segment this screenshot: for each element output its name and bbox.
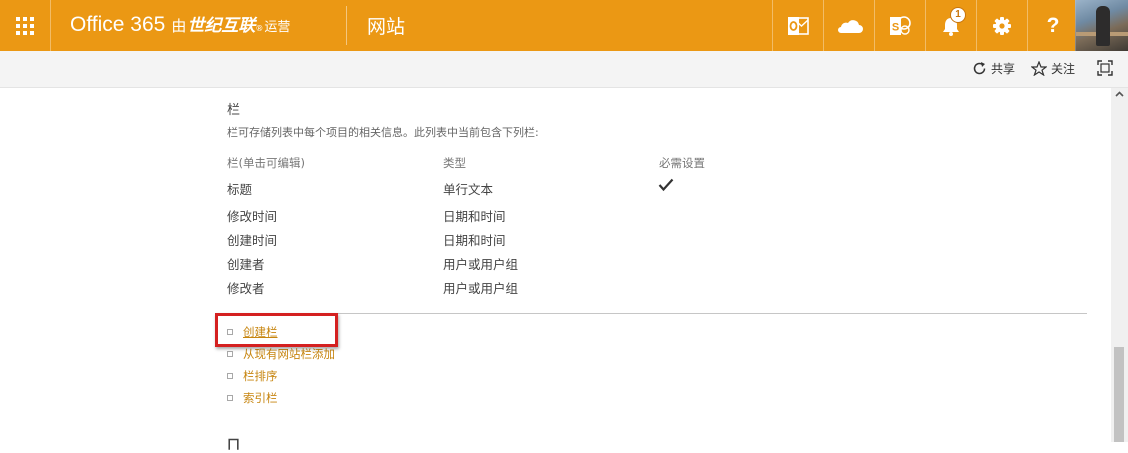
column-name-link[interactable]: 修改者 bbox=[227, 278, 265, 297]
list-item: 栏排序 bbox=[227, 368, 278, 384]
sharepoint-button[interactable]: S bbox=[874, 0, 925, 51]
checkmark-icon bbox=[658, 178, 674, 192]
app-launcher-icon bbox=[16, 16, 34, 35]
bullet-icon bbox=[227, 373, 233, 379]
add-from-site-columns-link[interactable]: 从现有网站栏添加 bbox=[243, 346, 335, 362]
notifications-button[interactable]: 1 bbox=[925, 0, 976, 51]
list-item: 索引栏 bbox=[227, 390, 278, 406]
scrollbar-thumb[interactable] bbox=[1114, 347, 1124, 442]
site-title[interactable]: 网站 bbox=[367, 12, 405, 39]
column-name-link[interactable]: 创建时间 bbox=[227, 230, 277, 249]
gear-icon bbox=[993, 16, 1011, 35]
suite-icons: S 1 ? bbox=[772, 0, 1078, 51]
settings-button[interactable] bbox=[976, 0, 1027, 51]
sharepoint-icon: S bbox=[890, 15, 911, 35]
fullscreen-icon bbox=[1097, 60, 1113, 76]
column-type: 用户或用户组 bbox=[443, 281, 519, 296]
section-title: 栏 bbox=[227, 103, 241, 118]
suite-bar: Office 365 由 世纪互联 ® 运营 网站 S 1 ? bbox=[0, 0, 1128, 51]
onedrive-button[interactable] bbox=[823, 0, 874, 51]
brand-office: Office 365 bbox=[70, 13, 166, 36]
column-header-required: 必需设置 bbox=[659, 156, 705, 170]
follow-button[interactable]: 关注 bbox=[1031, 60, 1075, 77]
column-header-type: 类型 bbox=[443, 156, 466, 170]
action-bar: 共享 关注 bbox=[0, 51, 1128, 88]
focus-mode-button[interactable] bbox=[1097, 60, 1117, 76]
indexed-columns-link[interactable]: 索引栏 bbox=[243, 390, 278, 406]
brand-partner: 世纪互联 bbox=[187, 16, 256, 36]
onedrive-icon bbox=[838, 19, 863, 33]
column-type: 日期和时间 bbox=[443, 209, 506, 224]
outlook-icon bbox=[788, 16, 809, 35]
brand-divider bbox=[346, 6, 347, 45]
highlight-box bbox=[215, 313, 338, 347]
brand-logo[interactable]: Office 365 由 世纪互联 ® 运营 bbox=[70, 11, 290, 41]
brand-operate: 运营 bbox=[264, 20, 291, 35]
svg-text:S: S bbox=[892, 21, 899, 33]
list-item: 从现有网站栏添加 bbox=[227, 346, 335, 362]
help-button[interactable]: ? bbox=[1027, 0, 1078, 51]
notification-badge: 1 bbox=[950, 7, 966, 23]
bullet-icon bbox=[227, 351, 233, 357]
column-ordering-link[interactable]: 栏排序 bbox=[243, 368, 278, 384]
brand-registered-mark: ® bbox=[255, 24, 264, 33]
avatar[interactable] bbox=[1075, 0, 1128, 51]
column-name-link[interactable]: 创建者 bbox=[227, 254, 265, 273]
column-header-name: 栏(单击可编辑) bbox=[227, 156, 305, 170]
share-icon bbox=[973, 62, 986, 75]
follow-label: 关注 bbox=[1051, 62, 1076, 76]
section-description: 栏可存储列表中每个项目的相关信息。此列表中当前包含下列栏: bbox=[227, 126, 539, 139]
share-button[interactable]: 共享 bbox=[972, 60, 1015, 77]
star-icon bbox=[1031, 61, 1047, 76]
outlook-button[interactable] bbox=[772, 0, 823, 51]
main-content: 栏 栏可存储列表中每个项目的相关信息。此列表中当前包含下列栏: 栏(单击可编辑)… bbox=[0, 88, 1110, 453]
help-icon: ? bbox=[1046, 13, 1060, 37]
brand-by: 由 bbox=[171, 17, 187, 35]
column-type: 用户或用户组 bbox=[443, 257, 519, 272]
share-label: 共享 bbox=[991, 62, 1016, 76]
app-launcher-button[interactable] bbox=[0, 0, 51, 51]
scroll-up-arrow-icon[interactable] bbox=[1115, 91, 1124, 97]
vertical-scrollbar[interactable] bbox=[1111, 88, 1128, 442]
column-name-link[interactable]: 修改时间 bbox=[227, 206, 277, 225]
section-divider bbox=[227, 313, 1087, 314]
column-type: 日期和时间 bbox=[443, 233, 506, 248]
column-name-link[interactable]: 标题 bbox=[227, 179, 252, 198]
column-type: 单行文本 bbox=[443, 182, 494, 197]
bullet-icon bbox=[227, 395, 233, 401]
next-section-title: ㄇ bbox=[227, 438, 241, 453]
